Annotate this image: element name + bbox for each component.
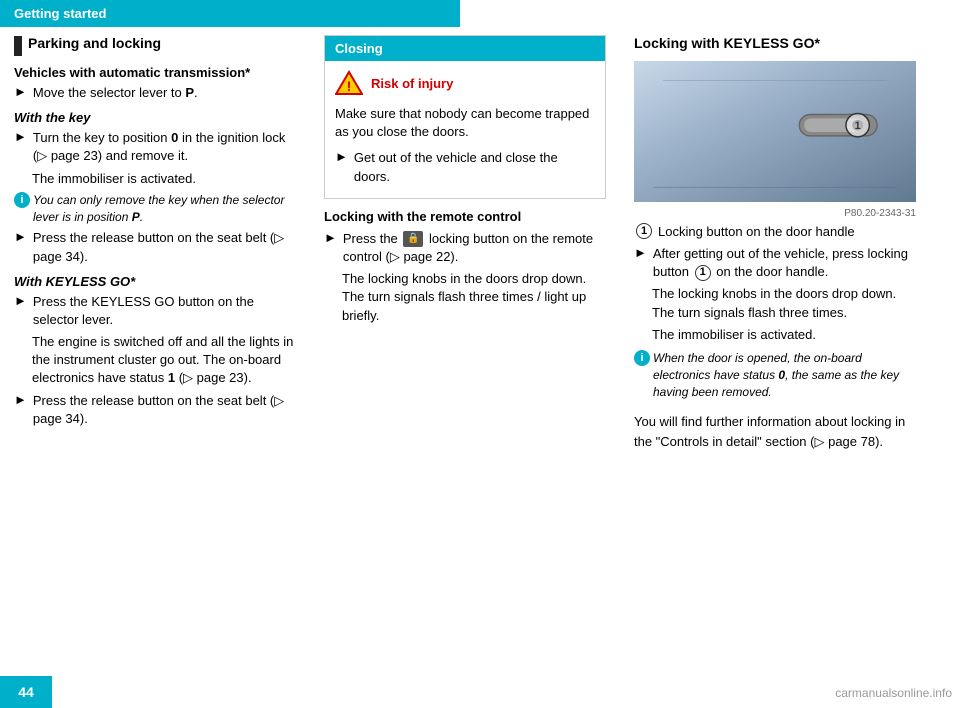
bullet-text-4: Press the KEYLESS GO button on the selec… — [33, 293, 296, 329]
arrow-icon-4: ► — [14, 293, 27, 308]
risk-label: Risk of injury — [371, 76, 453, 91]
caption-row: 1 Locking button on the door handle — [634, 223, 916, 239]
bullet-text-m2: Press the 🔒 locking button on the remote… — [343, 230, 606, 266]
left-column: Parking and locking Vehicles with automa… — [0, 27, 310, 459]
info-icon-right: i — [634, 350, 650, 366]
section-title: Parking and locking — [28, 35, 161, 51]
locking-knobs-text: The locking knobs in the doors drop down… — [342, 270, 606, 325]
page-number: 44 — [18, 684, 34, 700]
bullet-move-selector: ► Move the selector lever to P. — [14, 84, 296, 102]
closing-box: Closing ! Risk of injury Make sure that … — [324, 35, 606, 199]
arrow-icon-m2: ► — [324, 230, 337, 245]
arrow-icon-m1: ► — [335, 149, 348, 164]
info-note-right: i When the door is opened, the on-board … — [634, 350, 916, 400]
bullet-turn-key: ► Turn the key to position 0 in the igni… — [14, 129, 296, 165]
info-note-text: You can only remove the key when the sel… — [33, 192, 296, 226]
info-note-right-text: When the door is opened, the on-board el… — [653, 350, 916, 400]
immobiliser-text: The immobiliser is activated. — [32, 170, 296, 188]
caption-text: Locking button on the door handle — [658, 224, 855, 239]
arrow-icon-3: ► — [14, 229, 27, 244]
page-number-box: 44 — [0, 676, 52, 708]
with-keyless-go-title: With KEYLESS GO* — [14, 274, 296, 289]
bullet-text-m1: Get out of the vehicle and close the doo… — [354, 149, 595, 185]
bullet-text-1: Move the selector lever to P. — [33, 84, 198, 102]
risk-text: Make sure that nobody can become trapped… — [335, 105, 595, 141]
car-door-image-container: 1 — [634, 59, 916, 204]
page-wrapper: Getting started Parking and locking Vehi… — [0, 0, 960, 708]
section-title-row: Parking and locking — [14, 35, 296, 57]
engine-text: The engine is switched off and all the l… — [32, 333, 296, 388]
info-icon-1: i — [14, 192, 30, 208]
bullet-press-lock: ► Press the 🔒 locking button on the remo… — [324, 230, 606, 266]
svg-text:!: ! — [347, 78, 352, 94]
main-content: Parking and locking Vehicles with automa… — [0, 27, 960, 459]
bullet-text-r1: After getting out of the vehicle, press … — [653, 245, 916, 281]
locking-keyless-title: Locking with KEYLESS GO* — [634, 35, 916, 51]
lock-icon: 🔒 — [403, 231, 423, 247]
header-label: Getting started — [14, 6, 106, 21]
warning-triangle-icon: ! — [335, 69, 363, 97]
svg-text:1: 1 — [855, 120, 861, 132]
arrow-icon-1: ► — [14, 84, 27, 99]
arrow-icon-2: ► — [14, 129, 27, 144]
right-column: Locking with KEYLESS GO* — [620, 27, 930, 459]
bullet-text-3: Press the release button on the seat bel… — [33, 229, 296, 265]
circle-num-1: 1 — [695, 265, 711, 281]
bullet-after-getting-out: ► After getting out of the vehicle, pres… — [634, 245, 916, 281]
middle-column: Closing ! Risk of injury Make sure that … — [310, 27, 620, 459]
bullet-seatbelt-2: ► Press the release button on the seat b… — [14, 392, 296, 428]
arrow-icon-r1: ► — [634, 245, 647, 260]
arrow-icon-5: ► — [14, 392, 27, 407]
bullet-get-out: ► Get out of the vehicle and close the d… — [335, 149, 595, 185]
car-door-svg: 1 — [634, 59, 916, 204]
risk-box: ! Risk of injury — [335, 69, 595, 97]
bullet-text-2: Turn the key to position 0 in the igniti… — [33, 129, 296, 165]
bullet-seatbelt-1: ► Press the release button on the seat b… — [14, 229, 296, 265]
locking-remote-title: Locking with the remote control — [324, 209, 606, 224]
circle-num-caption: 1 — [636, 223, 652, 239]
closing-body: ! Risk of injury Make sure that nobody c… — [325, 61, 605, 198]
closing-header: Closing — [325, 36, 605, 61]
header-bar: Getting started — [0, 0, 460, 27]
info-note: i You can only remove the key when the s… — [14, 192, 296, 226]
further-info: You will find further information about … — [634, 412, 916, 451]
bullet-keyless-go: ► Press the KEYLESS GO button on the sel… — [14, 293, 296, 329]
immobiliser-right: The immobiliser is activated. — [652, 326, 916, 344]
with-key-title: With the key — [14, 110, 296, 125]
watermark: carmanualsonline.info — [835, 686, 952, 700]
vehicles-subtitle: Vehicles with automatic transmission* — [14, 65, 296, 80]
bullet-text-5: Press the release button on the seat bel… — [33, 392, 296, 428]
image-ref: P80.20-2343-31 — [634, 208, 916, 219]
locking-knobs-right: The locking knobs in the doors drop down… — [652, 285, 916, 321]
black-bar-icon — [14, 36, 22, 56]
